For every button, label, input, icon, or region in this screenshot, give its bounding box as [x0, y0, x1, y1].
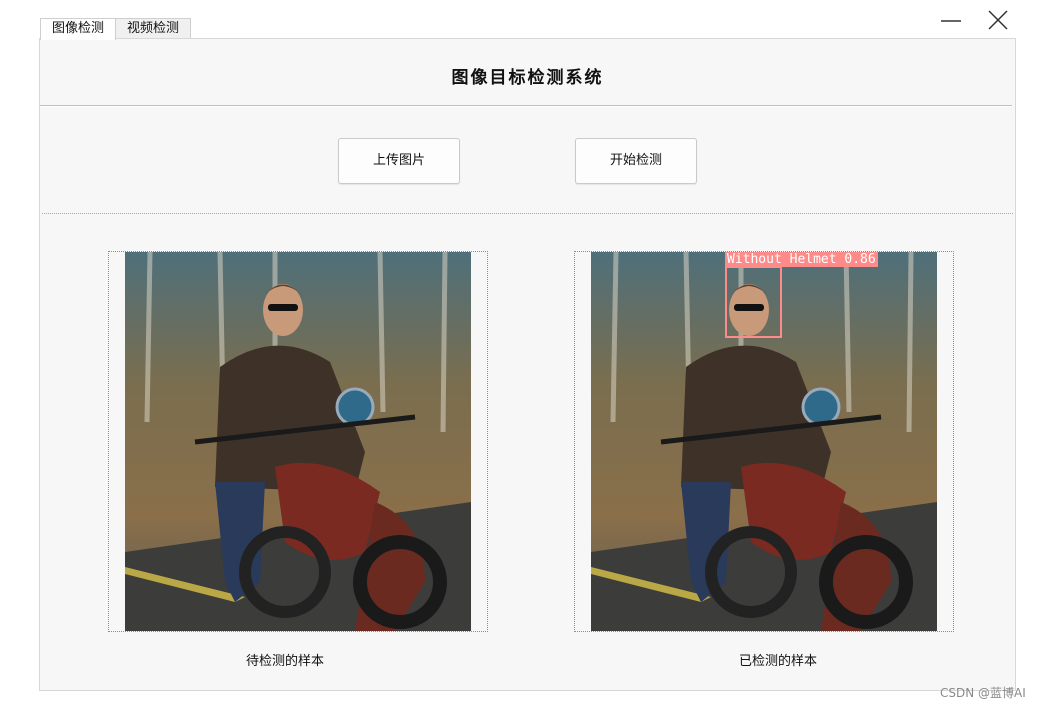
close-icon: [988, 10, 1008, 30]
watermark: CSDN @蓝博AI: [940, 686, 1026, 700]
input-image-frame: [108, 251, 488, 632]
page-title: 图像目标检测系统: [451, 68, 604, 88]
detection-label: Without Helmet 0.86: [725, 252, 878, 267]
main-panel: 图像目标检测系统 上传图片 开始检测 Without Helmet 0.86 待…: [39, 38, 1016, 691]
tab-video-detection[interactable]: 视频检测: [115, 18, 192, 39]
detection-class: Without Helmet: [727, 252, 837, 267]
tab-image-detection[interactable]: 图像检测: [40, 18, 117, 40]
output-image: Without Helmet 0.86: [591, 252, 937, 631]
start-detection-button[interactable]: 开始检测: [575, 138, 697, 184]
upload-image-button[interactable]: 上传图片: [338, 138, 460, 184]
app-window: 图像检测 视频检测 图像目标检测系统 上传图片 开始检测 Without Hel…: [0, 0, 1046, 708]
input-sample-caption: 待检测的样本: [245, 654, 324, 669]
tab-bar: 图像检测 视频检测: [40, 17, 192, 40]
detection-confidence: 0.86: [844, 252, 876, 267]
output-sample-caption: 已检测的样本: [738, 654, 817, 669]
title-divider: [40, 105, 1012, 107]
input-image: [125, 252, 471, 631]
close-button[interactable]: [983, 8, 1013, 34]
minimize-button[interactable]: [936, 8, 966, 34]
minimize-icon: [941, 20, 961, 22]
output-image-frame: Without Helmet 0.86: [574, 251, 954, 632]
toolbar-divider: [42, 213, 1013, 214]
detection-bounding-box: [725, 266, 782, 338]
